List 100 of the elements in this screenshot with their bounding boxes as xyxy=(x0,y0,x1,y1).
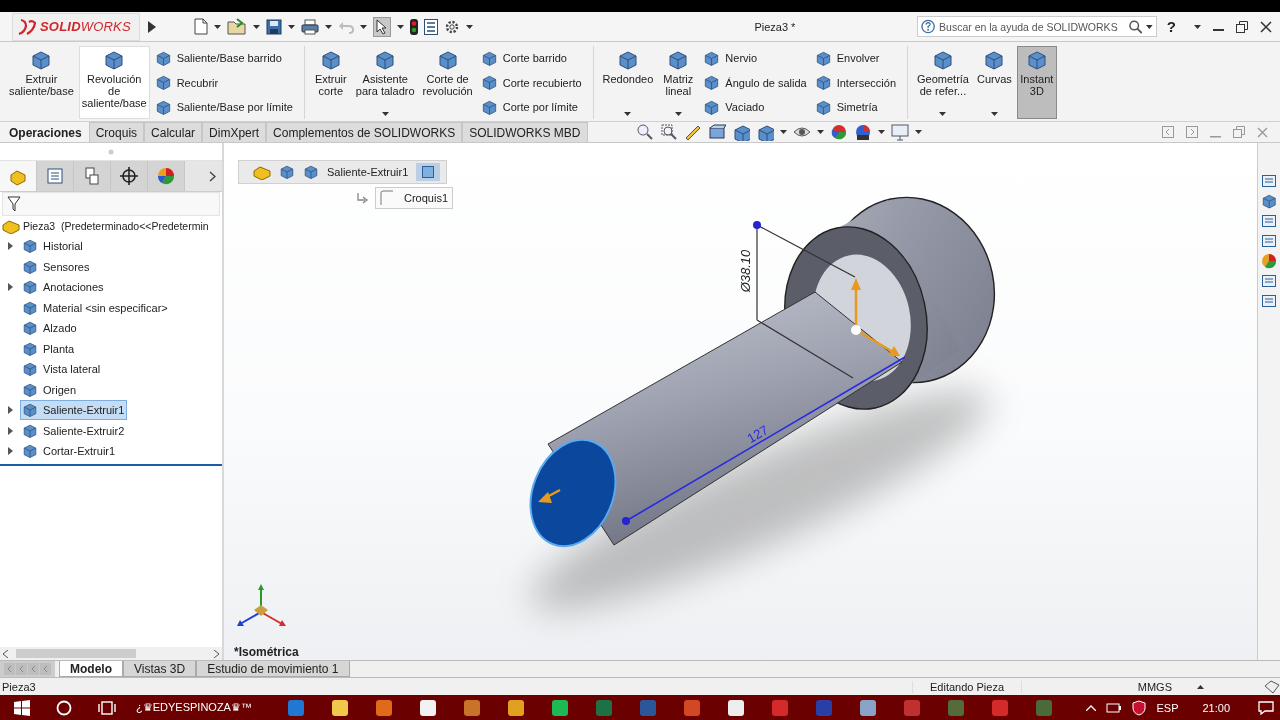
sphere-icon[interactable] xyxy=(853,123,872,141)
part-icon[interactable] xyxy=(253,164,271,180)
expander-icon[interactable] xyxy=(7,447,13,456)
clock[interactable]: 21:00 xyxy=(1202,701,1230,714)
search-field[interactable]: Buscar en la ayuda de SOLIDWORKS xyxy=(916,16,1157,37)
app-icon[interactable] xyxy=(857,697,878,718)
expander-icon[interactable] xyxy=(7,283,13,292)
tree-item[interactable]: Planta xyxy=(20,338,78,359)
tab[interactable]: Calcular xyxy=(144,122,203,142)
play-icon[interactable] xyxy=(148,20,156,33)
settings-icon[interactable] xyxy=(444,18,460,35)
tree-item[interactable]: Saliente-Extruir2 xyxy=(20,420,128,441)
grip-icon[interactable] xyxy=(108,148,114,155)
tree-item[interactable]: Historial xyxy=(20,236,86,257)
help-button[interactable]: ? xyxy=(1166,18,1176,35)
tab[interactable]: SOLIDWORKS MBD xyxy=(462,122,588,142)
expander-icon[interactable] xyxy=(7,406,13,415)
breadcrumb-item[interactable]: Croquis1 xyxy=(375,187,454,209)
tree-item[interactable]: Material <sin especificar> xyxy=(20,297,171,318)
caret-icon[interactable] xyxy=(381,112,389,116)
list-icon[interactable] xyxy=(1261,273,1277,289)
dimension-label[interactable]: Ø38.10 xyxy=(738,249,753,293)
app-icon[interactable] xyxy=(725,697,746,718)
tree-row[interactable]: Anotaciones xyxy=(0,277,222,298)
close-icon[interactable] xyxy=(1260,20,1272,33)
open-folder-icon[interactable] xyxy=(227,18,247,35)
search-icon[interactable] xyxy=(1128,19,1143,34)
battery-icon[interactable] xyxy=(1106,701,1123,714)
tab[interactable]: DimXpert xyxy=(202,122,267,142)
tree-root[interactable]: Pieza3 (Predeterminado<<Predetermin xyxy=(23,220,209,232)
tree-row[interactable]: Sensores xyxy=(0,256,222,277)
expander-icon[interactable] xyxy=(7,242,13,251)
caret-icon[interactable] xyxy=(779,130,787,134)
panel-tab[interactable] xyxy=(111,161,148,191)
shield-icon[interactable] xyxy=(1132,699,1147,716)
square-icon[interactable] xyxy=(422,166,435,178)
tree-row[interactable]: Saliente-Extruir2 xyxy=(0,420,222,441)
ribbon-button[interactable]: Instant 3D xyxy=(1016,46,1057,119)
panel-right-icon[interactable] xyxy=(1186,126,1198,138)
tab[interactable]: Vistas 3D xyxy=(123,661,197,677)
ribbon-button[interactable]: Intersección xyxy=(811,72,899,93)
caret-icon[interactable] xyxy=(939,112,947,116)
caret-icon[interactable] xyxy=(397,24,404,29)
caret-icon[interactable] xyxy=(360,24,367,29)
tree-item[interactable]: Sensores xyxy=(20,256,93,277)
breadcrumb-item[interactable]: Saliente-Extruir1 xyxy=(327,166,409,178)
sphere-icon[interactable] xyxy=(829,123,848,141)
tab[interactable]: Estudio de movimiento 1 xyxy=(196,661,350,677)
cube-icon[interactable] xyxy=(1261,193,1277,209)
ribbon-button[interactable]: Revolución de saliente/base xyxy=(78,46,150,119)
ribbon-button[interactable]: Vaciado xyxy=(700,97,810,117)
cube-icon[interactable] xyxy=(755,123,774,141)
ribbon-button[interactable]: Extruir corte xyxy=(310,46,351,119)
ribbon-button[interactable]: Saliente/Base barrido xyxy=(151,48,296,68)
ribbon-button[interactable]: Corte de revolución xyxy=(419,46,476,119)
tree-item[interactable]: Alzado xyxy=(20,318,80,339)
tree-row[interactable]: Origen xyxy=(0,379,222,400)
windows-icon[interactable] xyxy=(14,699,30,716)
tab[interactable]: Croquis xyxy=(88,122,145,142)
caret-icon[interactable] xyxy=(253,24,260,29)
list-icon[interactable] xyxy=(424,18,438,35)
caret-icon[interactable] xyxy=(914,130,922,134)
ribbon-button[interactable]: Corte por límite xyxy=(477,97,585,117)
color-wheel-icon[interactable] xyxy=(1261,253,1277,269)
chevron-right-icon[interactable] xyxy=(209,170,216,182)
ribbon-button[interactable]: Ángulo de salida xyxy=(700,72,810,93)
traffic-light-icon[interactable] xyxy=(410,18,418,35)
circle-icon[interactable] xyxy=(56,699,72,716)
tab[interactable]: Complementos de SOLIDWORKS xyxy=(266,122,463,142)
tree-item[interactable]: Anotaciones xyxy=(20,277,107,298)
cube-icon[interactable] xyxy=(279,164,295,180)
scroll-right-icon[interactable] xyxy=(214,649,219,658)
tree-item[interactable]: Origen xyxy=(20,379,80,400)
expander-icon[interactable] xyxy=(7,426,13,435)
caret-icon[interactable] xyxy=(990,112,998,116)
app-icon[interactable] xyxy=(549,697,570,718)
tab[interactable]: Modelo xyxy=(59,661,123,677)
ribbon-button[interactable]: Envolver xyxy=(811,48,899,68)
ribbon-button[interactable]: Redondeo xyxy=(599,46,657,119)
zoom-icon[interactable] xyxy=(659,123,678,141)
caret-icon[interactable] xyxy=(325,24,332,29)
app-icon[interactable] xyxy=(329,697,350,718)
print-icon[interactable] xyxy=(301,18,319,35)
ribbon-button[interactable]: Curvas xyxy=(973,46,1015,119)
tree-row[interactable]: Cortar-Extruir1 xyxy=(0,441,222,462)
caret-up-icon[interactable] xyxy=(1197,684,1204,689)
ribbon-button[interactable]: Saliente/Base por límite xyxy=(151,97,296,117)
restore-icon[interactable] xyxy=(1236,20,1248,33)
caret-icon[interactable] xyxy=(214,24,221,29)
task-view-icon[interactable] xyxy=(98,699,116,716)
ribbon-button[interactable]: Matriz lineal xyxy=(658,46,699,119)
tree-row[interactable]: Material <sin especificar> xyxy=(0,297,222,318)
new-document-icon[interactable] xyxy=(194,18,208,35)
filter-icon[interactable] xyxy=(7,196,21,212)
ribbon-button[interactable]: Simetría xyxy=(811,97,899,117)
caret-icon[interactable] xyxy=(877,130,885,134)
caret-icon[interactable] xyxy=(1194,24,1201,29)
caret-icon[interactable] xyxy=(466,24,473,29)
ribbon-button[interactable]: Corte recubierto xyxy=(477,72,585,93)
caret-icon[interactable] xyxy=(288,24,295,29)
